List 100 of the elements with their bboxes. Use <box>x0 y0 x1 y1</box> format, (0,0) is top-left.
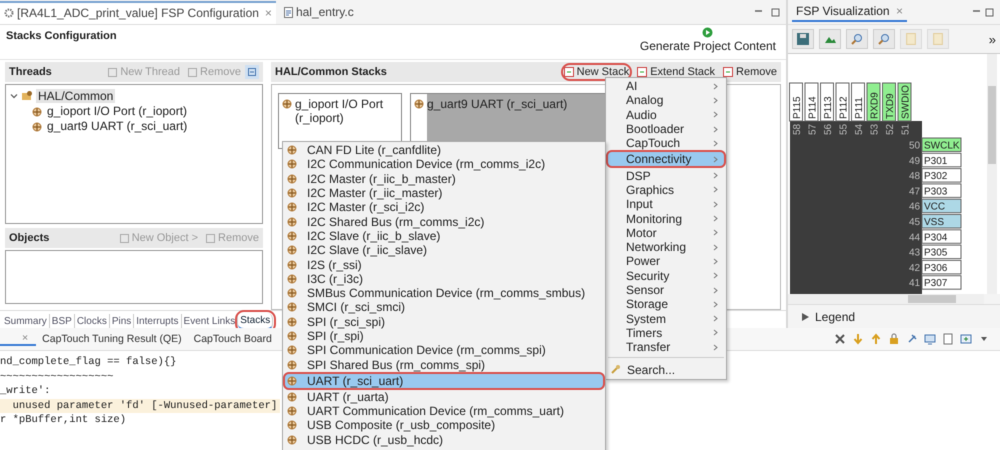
document-icon[interactable] <box>942 333 954 345</box>
menu-item[interactable]: Audio <box>606 108 726 122</box>
zoom-in-button[interactable] <box>846 29 868 49</box>
caret-icon[interactable] <box>10 92 18 100</box>
menu-item[interactable]: I2C Master (r_iic_b_master) <box>283 172 605 186</box>
play-icon[interactable] <box>702 27 714 38</box>
console-line: r *pBuffer,int size) <box>0 413 126 428</box>
menu-item[interactable]: I2S (r_ssi) <box>283 257 605 272</box>
monitor-icon[interactable] <box>924 333 936 345</box>
zoom-out-button[interactable] <box>873 29 895 49</box>
collapse-icon[interactable] <box>245 65 259 79</box>
menu-item[interactable]: Security <box>606 268 726 283</box>
up-arrow-icon[interactable] <box>870 333 882 345</box>
menu-item[interactable]: AI <box>606 79 726 94</box>
pin[interactable]: P111 <box>851 82 865 122</box>
menu-item[interactable]: Storage <box>606 297 726 312</box>
menu-item[interactable]: I2C Shared Bus (rm_comms_i2c) <box>283 214 605 229</box>
down-arrow-icon[interactable] <box>852 333 864 345</box>
menu-item[interactable]: Graphics <box>606 182 726 198</box>
pin[interactable]: VCC <box>922 198 962 214</box>
toolbar-action[interactable]: New Stack <box>564 66 630 78</box>
maximize-icon[interactable] <box>985 8 994 16</box>
pin[interactable]: P307 <box>922 275 962 290</box>
generate-link[interactable]: Generate Project Content <box>640 39 776 53</box>
menu-item[interactable]: Networking <box>606 240 726 254</box>
pin[interactable]: P301 <box>922 152 962 168</box>
tree-item[interactable]: HAL/Common <box>36 88 116 102</box>
menu-item[interactable]: SMCI (r_sci_smci) <box>283 300 605 315</box>
pin[interactable]: SWDIO <box>898 82 912 122</box>
pin[interactable]: P302 <box>922 168 962 183</box>
pin[interactable]: TXD9 <box>882 82 896 122</box>
menu-item[interactable]: UART (r_uarta) <box>283 390 605 404</box>
menu-item[interactable]: SPI Shared Bus (rm_comms_spi) <box>283 357 605 372</box>
menu-item[interactable]: UART Communication Device (rm_comms_uart) <box>283 404 605 418</box>
toolbar-action[interactable]: Extend Stack <box>637 66 716 78</box>
plus-circle-icon <box>287 245 297 256</box>
menu-item[interactable]: UART (r_sci_uart) <box>283 372 605 390</box>
menu-item[interactable]: Search... <box>606 361 726 378</box>
menu-item[interactable]: USB HCDC (r_usb_hcdc) <box>283 432 605 447</box>
menu-item[interactable]: Transfer <box>606 340 726 354</box>
menu-item[interactable]: I2C Slave (r_iic_b_slave) <box>283 228 605 244</box>
menu-item[interactable]: System <box>606 311 726 326</box>
pin[interactable]: P113 <box>820 82 834 122</box>
pin[interactable]: P304 <box>922 229 962 244</box>
lock-icon[interactable] <box>888 333 900 345</box>
menu-item[interactable]: Bootloader <box>606 122 726 136</box>
menu-item[interactable]: SPI (r_spi) <box>283 328 605 344</box>
pin[interactable]: P305 <box>922 244 962 260</box>
menu-item[interactable]: Sensor <box>606 282 726 298</box>
pin-number: 46 <box>909 202 920 213</box>
tree-item[interactable]: g_ioport I/O Port (r_ioport) <box>45 104 190 118</box>
view-tab[interactable]: FSP Visualization × <box>792 2 907 22</box>
tree-item[interactable]: g_uart9 UART (r_sci_uart) <box>45 118 190 132</box>
vertical-scrollbar[interactable] <box>987 54 997 294</box>
more-button[interactable]: » <box>988 32 996 46</box>
pin[interactable]: SWCLK <box>922 138 962 152</box>
menu-item[interactable]: Input <box>606 197 726 212</box>
menu-item[interactable]: I3C (r_i3c) <box>283 272 605 286</box>
pin-number: 45 <box>909 217 920 228</box>
new-console-icon[interactable] <box>960 333 972 345</box>
close-button[interactable]: × <box>264 6 272 20</box>
menu-item[interactable]: SMBus Communication Device (rm_comms_smbus) <box>283 286 605 300</box>
pin[interactable]: P112 <box>836 82 850 122</box>
pin-number: 50 <box>909 140 920 152</box>
pin[interactable]: P303 <box>922 183 962 198</box>
menu-item[interactable]: SPI Communication Device (rm_comms_spi) <box>283 343 605 358</box>
menu-item[interactable]: Timers <box>606 326 726 340</box>
pin[interactable]: P306 <box>922 260 962 274</box>
menu-item[interactable]: I2C Communication Device (rm_comms_i2c) <box>283 157 605 172</box>
menu-item[interactable]: I2C Slave (r_iic_slave) <box>283 243 605 258</box>
expand-arrow-icon[interactable] <box>802 313 809 321</box>
panel-title: Objects <box>9 232 50 244</box>
console-tab[interactable]: CapTouch Tuning Result (QE) <box>36 333 188 345</box>
menu-item[interactable]: Connectivity <box>606 150 726 168</box>
clear-icon[interactable] <box>834 333 846 345</box>
toolbar-action[interactable]: Remove <box>723 66 777 78</box>
menu-item[interactable]: Monitoring <box>606 211 726 226</box>
menu-item[interactable]: DSP <box>606 168 726 183</box>
mountain-button[interactable] <box>819 29 841 49</box>
menu-item[interactable]: I2C Master (r_iic_master) <box>283 186 605 200</box>
menu-item[interactable]: CapTouch <box>606 136 726 150</box>
maximize-icon[interactable] <box>771 8 780 16</box>
menu-item[interactable]: USB Composite (r_usb_composite) <box>283 418 605 433</box>
editor-tab[interactable]: hal_entry.c <box>280 0 358 24</box>
save-button[interactable] <box>792 29 814 49</box>
pin[interactable]: RXD9 <box>866 82 880 122</box>
menu-item[interactable]: SPI (r_sci_spi) <box>283 314 605 329</box>
menu-item[interactable]: Power <box>606 254 726 269</box>
editor-tab[interactable]: [RA4L1_ADC_print_value] FSP Configuration × <box>0 0 276 24</box>
pin[interactable]: P114 <box>804 82 818 122</box>
pin[interactable]: VSS <box>922 214 962 228</box>
legend-toggle[interactable]: Legend <box>815 310 856 324</box>
plus-circle-icon <box>287 216 297 227</box>
horizontal-scrollbar[interactable] <box>788 294 984 304</box>
menu-item[interactable]: Analog <box>606 93 726 108</box>
menu-item[interactable]: I2C Master (r_sci_i2c) <box>283 200 605 214</box>
menu-item[interactable]: Motor <box>606 226 726 240</box>
pin-number: 58 <box>792 124 803 135</box>
console-tab[interactable]: CapTouch Board <box>188 333 278 345</box>
pin[interactable]: P115 <box>789 82 803 122</box>
